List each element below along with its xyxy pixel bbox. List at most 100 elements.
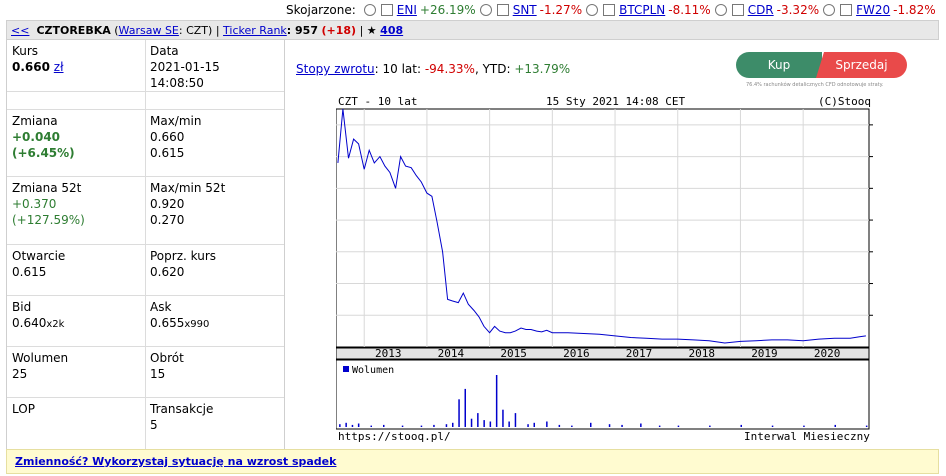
- x-tick-label: 2013: [375, 347, 402, 360]
- volume-bar: [477, 413, 479, 427]
- volume-bar: [571, 425, 573, 427]
- volume-bar: [834, 424, 836, 427]
- volume-bar: [433, 424, 435, 427]
- min-value: 0.615: [150, 146, 185, 160]
- related-link[interactable]: ENI: [397, 3, 417, 17]
- promo-link[interactable]: Zmienność? Wykorzystaj sytuację na wzros…: [15, 455, 336, 468]
- change-label: Zmiana: [12, 114, 58, 128]
- volume-bar: [677, 425, 680, 427]
- price-label: Kurs: [12, 44, 39, 58]
- exchange-link[interactable]: Warsaw SE: [119, 24, 179, 37]
- sell-button[interactable]: Sprzedaj: [816, 52, 907, 78]
- volume-bar: [502, 409, 504, 427]
- open-value: 0.615: [12, 265, 47, 279]
- rates-of-return-link[interactable]: Stopy zwrotu: [296, 62, 375, 76]
- related-item-snt[interactable]: SNT -1.27%: [476, 3, 582, 17]
- price-chart-svg: CZT - 10 lat 15 Sty 2021 14:08 CET (C)St…: [335, 95, 890, 443]
- x-tick-label: 2019: [751, 347, 778, 360]
- related-item-fw20[interactable]: FW20 -1.82%: [819, 3, 936, 17]
- volume-bar: [345, 422, 347, 427]
- volume-bar: [357, 423, 360, 427]
- related-link[interactable]: FW20: [856, 3, 890, 17]
- volume-bar: [351, 424, 354, 427]
- bid-cell: Bid 0.640x2k: [12, 299, 64, 333]
- instrument-header: << CZTOREBKA (Warsaw SE: CZT) | Ticker R…: [6, 20, 939, 40]
- x-axis-band: [335, 347, 870, 360]
- transactions-label: Transakcje: [150, 402, 214, 416]
- quote-row-open: Otwarcie 0.615 Poprz. kurs 0.620: [7, 245, 284, 296]
- volume-bar: [527, 424, 529, 427]
- min52-value: 0.270: [150, 213, 185, 227]
- star-count-link[interactable]: 408: [380, 24, 403, 37]
- volume-bar: [470, 418, 473, 427]
- time-value: 14:08:50: [150, 76, 204, 90]
- checkbox[interactable]: [380, 4, 393, 16]
- ytd-label: , YTD:: [474, 62, 515, 76]
- related-link[interactable]: BTCPLN: [619, 3, 665, 17]
- prev-cell: Poprz. kurs 0.620: [150, 248, 216, 280]
- volume-bar: [401, 425, 404, 427]
- volume-bar: [420, 425, 423, 427]
- related-label: Skojarzone:: [286, 3, 356, 17]
- maxmin-label: Max/min: [150, 114, 202, 128]
- volume-bar: [370, 425, 372, 427]
- volume-bar: [608, 424, 611, 427]
- volume-bar: [865, 425, 868, 427]
- related-item-cdr[interactable]: CDR -3.32%: [711, 3, 819, 17]
- ask-value: 0.655: [150, 316, 185, 330]
- chart-date: 15 Sty 2021 14:08 CET: [546, 95, 685, 108]
- quote-row-lop: LOP Transakcje 5: [7, 398, 284, 449]
- ticker-symbol: : CZT): [178, 23, 213, 37]
- change-cell: Zmiana +0.040 (+6.45%): [12, 113, 75, 161]
- volume-bar: [590, 422, 592, 427]
- x-tick-label: 2020: [814, 347, 841, 360]
- volume-cell: Wolumen 25: [12, 350, 68, 382]
- volume-bar: [740, 424, 742, 427]
- related-link[interactable]: SNT: [513, 3, 537, 17]
- x-tick-label: 2016: [563, 347, 590, 360]
- date-value: 2021-01-15: [150, 60, 220, 74]
- quote-row-bidask: Bid 0.640x2k Ask 0.655x990: [7, 296, 284, 347]
- related-item-eni[interactable]: ENI +26.19%: [360, 3, 476, 17]
- ticker-rank-link[interactable]: Ticker Rank: [223, 24, 287, 37]
- volume-bar: [464, 388, 466, 427]
- checkbox[interactable]: [840, 4, 853, 16]
- chart-copyright: (C)Stooq: [818, 95, 871, 108]
- currency-link[interactable]: zł: [54, 60, 64, 74]
- radio-button[interactable]: [586, 4, 599, 16]
- trade-buttons: Kup Sprzedaj: [736, 52, 913, 78]
- quote-table: Kurs 0.660 zł Data 2021-01-15 14:08:50 Z…: [6, 40, 285, 449]
- checkbox[interactable]: [603, 4, 616, 16]
- related-item-btcpln[interactable]: BTCPLN -8.11%: [582, 3, 711, 17]
- change-abs: +0.040: [12, 130, 61, 144]
- separator: |: [359, 23, 364, 37]
- star-icon[interactable]: ★: [367, 24, 377, 37]
- radio-button[interactable]: [363, 4, 376, 16]
- back-link[interactable]: <<: [11, 24, 29, 37]
- change52-label: Zmiana 52t: [12, 181, 82, 195]
- related-change: -1.82%: [893, 3, 936, 17]
- lop-label: LOP: [12, 402, 35, 416]
- related-change: +26.19%: [419, 3, 476, 17]
- radio-button[interactable]: [479, 4, 492, 16]
- checkbox[interactable]: [731, 4, 744, 16]
- volume-plot-area: [335, 359, 870, 430]
- ask-label: Ask: [150, 300, 172, 314]
- volume-legend: Wolumen: [352, 365, 394, 376]
- volume-bar: [621, 424, 623, 427]
- volume-bar: [339, 424, 341, 427]
- radio-button[interactable]: [714, 4, 727, 16]
- bid-label: Bid: [12, 300, 32, 314]
- volume-bar: [514, 413, 517, 427]
- change-pct: (+6.45%): [12, 146, 75, 160]
- ask-cell: Ask 0.655x990: [150, 299, 209, 333]
- volume-bar: [445, 424, 448, 427]
- ask-size: x990: [184, 319, 210, 330]
- related-link[interactable]: CDR: [748, 3, 774, 17]
- buy-button[interactable]: Kup: [736, 52, 822, 78]
- radio-button[interactable]: [823, 4, 836, 16]
- quote-row-52w: Zmiana 52t +0.370 (+127.59%) Max/min 52t…: [7, 177, 284, 245]
- checkbox[interactable]: [496, 4, 509, 16]
- quote-row-volume: Wolumen 25 Obrót 15: [7, 347, 284, 398]
- volume-bar: [495, 375, 498, 427]
